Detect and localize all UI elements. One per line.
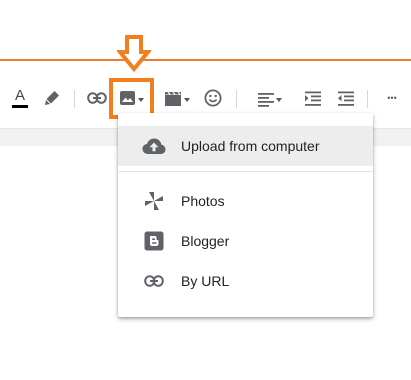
toolbar-separator — [236, 90, 237, 108]
align-icon — [258, 92, 274, 107]
align-button[interactable] — [254, 89, 286, 109]
toolbar-separator — [74, 90, 75, 108]
insert-video-icon — [165, 91, 181, 106]
menu-item-upload-from-computer[interactable]: Upload from computer — [118, 126, 373, 166]
highlight-color-button[interactable] — [42, 88, 62, 108]
indent-decrease-icon — [338, 91, 354, 106]
menu-item-label: By URL — [181, 273, 230, 289]
menu-item-photos[interactable]: Photos — [118, 181, 373, 221]
insert-image-icon — [120, 91, 135, 105]
indent-increase-button[interactable] — [303, 89, 323, 109]
blogger-logo-icon — [142, 229, 166, 253]
menu-divider — [118, 171, 373, 172]
insert-link-button[interactable] — [86, 88, 108, 108]
editor-top-accent-line — [0, 59, 411, 61]
menu-item-by-url[interactable]: By URL — [118, 261, 373, 301]
menu-item-label: Upload from computer — [181, 138, 320, 154]
photos-pinwheel-icon — [142, 189, 166, 213]
menu-item-label: Photos — [181, 193, 225, 209]
insert-image-menu: Upload from computer Photos Blogger By U… — [118, 113, 373, 317]
chevron-down-icon — [184, 98, 190, 102]
chevron-down-icon — [276, 98, 282, 102]
text-color-underline — [12, 105, 28, 108]
toolbar-separator — [367, 90, 368, 108]
indent-increase-icon — [305, 91, 321, 106]
insert-emoji-button[interactable] — [203, 88, 223, 108]
indent-decrease-button[interactable] — [336, 89, 356, 109]
menu-item-blogger[interactable]: Blogger — [118, 221, 373, 261]
chevron-down-icon — [138, 98, 144, 102]
link-icon — [142, 269, 166, 293]
more-options-button[interactable]: ••• — [380, 88, 404, 108]
menu-item-label: Blogger — [181, 233, 230, 249]
insert-emoji-icon — [204, 89, 222, 107]
insert-video-button[interactable] — [162, 89, 192, 109]
down-arrow-icon — [117, 35, 151, 72]
cloud-upload-icon — [142, 134, 166, 158]
highlight-color-icon — [45, 91, 59, 105]
insert-link-icon — [87, 92, 107, 104]
text-color-icon: A — [14, 87, 25, 104]
text-color-button[interactable]: A — [10, 86, 30, 110]
more-options-icon: ••• — [387, 93, 397, 103]
